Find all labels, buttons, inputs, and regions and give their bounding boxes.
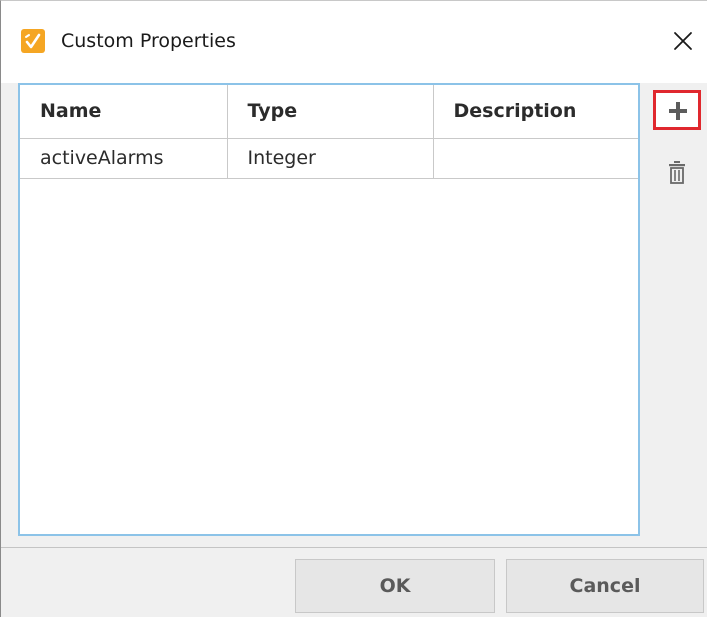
cell-name[interactable]: activeAlarms bbox=[20, 138, 228, 179]
cancel-button[interactable]: Cancel bbox=[506, 559, 704, 613]
trash-icon bbox=[669, 161, 685, 184]
footer-divider bbox=[1, 547, 707, 548]
app-icon bbox=[21, 29, 45, 53]
properties-table-frame: Name Type Description activeAlarms Integ… bbox=[18, 83, 640, 536]
close-button[interactable] bbox=[667, 25, 699, 57]
cell-description[interactable] bbox=[433, 138, 638, 179]
custom-properties-dialog: Custom Properties Name Type Description … bbox=[0, 0, 707, 617]
column-header-type[interactable]: Type bbox=[227, 85, 434, 139]
add-property-button[interactable] bbox=[653, 90, 701, 130]
title-bar: Custom Properties bbox=[1, 1, 707, 83]
properties-table: Name Type Description activeAlarms Integ… bbox=[20, 85, 638, 179]
dialog-title: Custom Properties bbox=[61, 30, 236, 52]
ok-button[interactable]: OK bbox=[295, 559, 495, 613]
column-header-name[interactable]: Name bbox=[20, 85, 228, 139]
table-header-row: Name Type Description bbox=[20, 85, 638, 139]
table-row[interactable]: activeAlarms Integer bbox=[20, 138, 638, 179]
cell-type[interactable]: Integer bbox=[227, 138, 434, 179]
column-header-description[interactable]: Description bbox=[433, 85, 638, 139]
delete-property-button[interactable] bbox=[665, 159, 689, 187]
plus-icon bbox=[669, 102, 687, 120]
close-icon bbox=[674, 32, 692, 50]
